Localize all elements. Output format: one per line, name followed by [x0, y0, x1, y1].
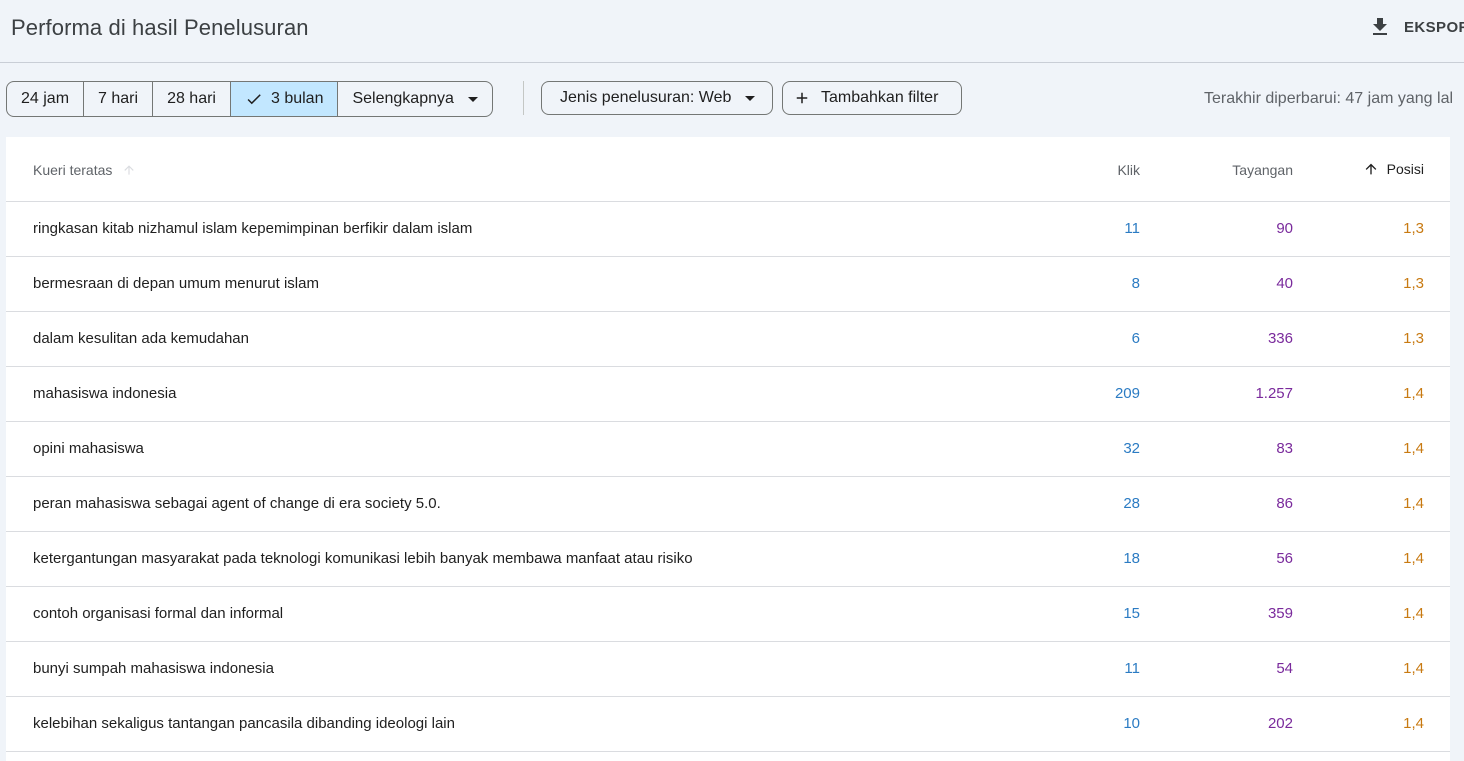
impressions-value: 336	[1267, 330, 1293, 347]
position-value: 1,4	[1403, 605, 1424, 622]
range-3-months[interactable]: 3 bulan	[230, 82, 339, 116]
download-icon	[1373, 18, 1387, 35]
check-icon	[247, 94, 261, 105]
sort-arrow-up-icon	[1365, 163, 1376, 175]
query-text: bunyi sumpah mahasiswa indonesia	[33, 660, 274, 677]
table-row[interactable]: mahasiswa indonesia 209 1.257 1,4	[6, 367, 1450, 422]
clicks-value: 18	[1123, 550, 1140, 567]
table-row[interactable]: bunyi sumpah mahasiswa indonesia 11 54 1…	[6, 642, 1450, 697]
impressions-value: 86	[1276, 495, 1293, 512]
last-updated-text: Terakhir diperbarui: 47 jam yang lal	[1204, 90, 1454, 107]
query-text: opini mahasiswa	[33, 440, 144, 457]
impressions-value: 83	[1276, 440, 1293, 457]
query-text: contoh organisasi formal dan informal	[33, 605, 284, 622]
query-text: ringkasan kitab nizhamul islam kepemimpi…	[33, 220, 473, 237]
range-24-hours[interactable]: 24 jam	[7, 82, 85, 116]
position-value: 1,3	[1403, 330, 1424, 347]
sort-arrow-up-icon	[124, 165, 135, 175]
table-row[interactable]: peran mahasiswa sebagai agent of change …	[6, 477, 1450, 532]
clicks-value: 6	[1131, 330, 1140, 347]
impressions-value: 40	[1276, 275, 1293, 292]
clicks-value: 209	[1114, 385, 1140, 402]
column-header-clicks[interactable]: Klik	[1117, 162, 1140, 178]
position-value: 1,3	[1403, 220, 1424, 237]
table-header: Kueri teratas Klik Tayangan Posisi	[6, 137, 1450, 202]
position-value: 1,4	[1403, 385, 1424, 402]
clicks-value: 8	[1131, 275, 1140, 292]
table-row[interactable]: kelebihan sekaligus tantangan pancasila …	[6, 697, 1450, 752]
add-filter-button[interactable]: Tambahkan filter	[782, 81, 962, 115]
query-text: kelebihan sekaligus tantangan pancasila …	[33, 715, 455, 732]
position-value: 1,4	[1403, 550, 1424, 567]
table-row[interactable]: bermesraan di depan umum menurut islam 8…	[6, 257, 1450, 312]
filter-divider	[523, 81, 524, 115]
caret-down-icon	[467, 97, 478, 102]
clicks-value: 32	[1123, 440, 1140, 457]
clicks-value: 15	[1123, 605, 1140, 622]
query-text: dalam kesulitan ada kemudahan	[33, 330, 249, 347]
query-text: peran mahasiswa sebagai agent of change …	[33, 495, 441, 512]
position-value: 1,4	[1403, 440, 1424, 457]
position-value: 1,4	[1403, 715, 1424, 732]
header: Performa di hasil Penelusuran EKSPOR	[0, 0, 1464, 63]
query-text: mahasiswa indonesia	[33, 385, 177, 402]
caret-down-icon	[745, 96, 756, 101]
range-more-dropdown[interactable]: Selengkapnya	[338, 82, 491, 116]
range-7-days[interactable]: 7 hari	[84, 82, 154, 116]
clicks-value: 28	[1123, 495, 1140, 512]
position-value: 1,4	[1403, 495, 1424, 512]
table-row[interactable]: ketergantungan masyarakat pada teknologi…	[6, 532, 1450, 587]
position-value: 1,4	[1403, 660, 1424, 677]
clicks-value: 11	[1124, 660, 1140, 677]
query-text: bermesraan di depan umum menurut islam	[33, 275, 319, 292]
date-range-selector: 24 jam 7 hari 28 hari 3 bulan Selengkapn…	[6, 81, 493, 117]
clicks-value: 10	[1123, 715, 1140, 732]
plus-icon	[796, 92, 808, 104]
queries-table: Kueri teratas Klik Tayangan Posisi ringk…	[6, 137, 1450, 761]
search-type-dropdown[interactable]: Jenis penelusuran: Web	[541, 81, 773, 115]
range-28-days[interactable]: 28 hari	[153, 82, 231, 116]
table-row[interactable]: dalam kesulitan ada kemudahan 6 336 1,3	[6, 312, 1450, 367]
impressions-value: 54	[1276, 660, 1293, 677]
clicks-value: 11	[1124, 220, 1140, 237]
export-label: EKSPOR	[1404, 18, 1464, 36]
impressions-value: 1.257	[1255, 385, 1293, 402]
table-row[interactable]: opini mahasiswa 32 83 1,4	[6, 422, 1450, 477]
column-header-query[interactable]: Kueri teratas	[33, 162, 136, 178]
column-header-impressions[interactable]: Tayangan	[1232, 162, 1293, 178]
filter-bar: 24 jam 7 hari 28 hari 3 bulan Selengkapn…	[0, 63, 1464, 135]
export-button[interactable]: EKSPOR	[1368, 13, 1464, 41]
impressions-value: 359	[1267, 605, 1293, 622]
query-text: ketergantungan masyarakat pada teknologi…	[33, 550, 693, 567]
impressions-value: 90	[1276, 220, 1293, 237]
position-value: 1,3	[1403, 275, 1424, 292]
impressions-value: 56	[1276, 550, 1293, 567]
page-title: Performa di hasil Penelusuran	[11, 15, 309, 40]
impressions-value: 202	[1267, 715, 1293, 732]
column-header-position[interactable]: Posisi	[1363, 161, 1424, 177]
table-row[interactable]: ringkasan kitab nizhamul islam kepemimpi…	[6, 202, 1450, 257]
table-row[interactable]: contoh organisasi formal dan informal 15…	[6, 587, 1450, 642]
